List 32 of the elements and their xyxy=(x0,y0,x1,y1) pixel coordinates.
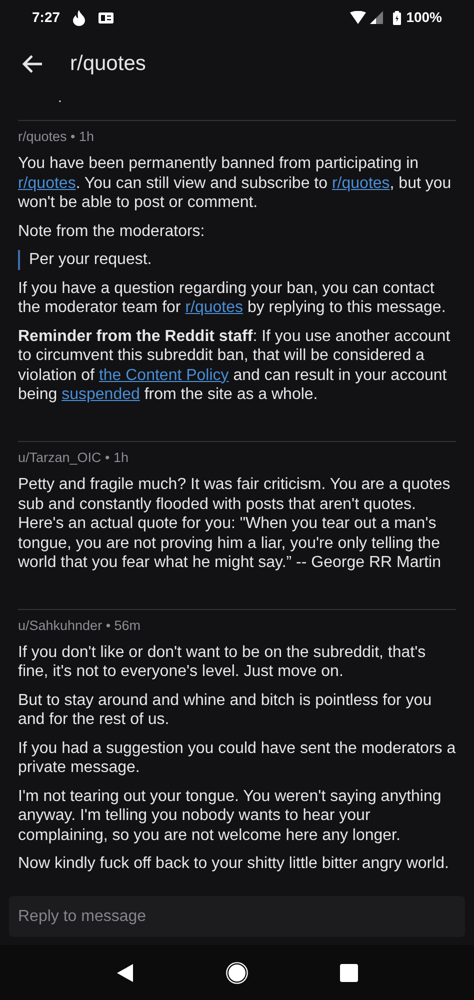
status-time: 7:27 xyxy=(32,8,60,27)
home-nav-button[interactable] xyxy=(226,962,248,984)
link[interactable]: the Content Policy xyxy=(98,366,229,384)
link[interactable]: r/quotes xyxy=(332,174,390,192)
link[interactable]: r/quotes xyxy=(185,299,243,316)
page-title: r/quotes xyxy=(70,51,146,78)
message-text: If you don't like or don't want to be on the subreddit, that's fine, it's not to everyone's level. Just move on. xyxy=(18,642,427,682)
link[interactable]: suspended xyxy=(62,386,140,404)
message-text: Petty and fragile much? It was fair criticism. You are a quotes sub and constantly flooded with posts that aren't quotes. Here's an actual quote for you: "When you tear out a man's tongue, you are not proving him a liar, you're only telling the world that you fear what he might say.” -- George RR Martin xyxy=(18,475,452,572)
message-meta: r/quotes • 1h xyxy=(18,128,96,146)
wifi-icon xyxy=(350,11,366,24)
message-text: I'm not tearing out your tongue. You weren't saying anything anyway. I'm telling you nobody wants to hear your complaining, so you are not welcome here any longer. xyxy=(18,786,442,846)
link[interactable]: r/quotes xyxy=(18,174,76,192)
battery-percent: 100% xyxy=(406,8,442,27)
quote-text: Per your request. xyxy=(18,250,456,270)
reply-field[interactable]: Reply to message xyxy=(9,896,465,937)
message-meta: u/Tarzan_OIC • 1h xyxy=(18,448,130,467)
message-text: If you have a question regarding your ban, you can contact the moderator team for r/quotes by replying to this message. xyxy=(18,278,447,318)
message-text: If you had a suggestion you could have sent the moderators a private message. xyxy=(18,738,456,778)
back-nav-button[interactable] xyxy=(116,962,134,982)
message-meta: u/Sahkuhnder • 56m xyxy=(18,616,142,634)
battery-icon xyxy=(393,10,402,24)
message-text: You have been permanently banned from participating in r/quotes. You can still view and subscribe to r/quotes, but you won't be able to post or comment. xyxy=(18,154,452,213)
recents-nav-button[interactable] xyxy=(340,964,358,982)
message-text: But to stay around and whine and bitch is pointless for you and for the rest of us. xyxy=(18,690,433,730)
message-text: Now kindly fuck off back to your shitty little bitter angry world. xyxy=(18,854,450,874)
message-text: Note from the moderators: xyxy=(18,222,206,242)
dot-text: . xyxy=(58,89,62,105)
signal-icon xyxy=(370,11,384,24)
news-icon xyxy=(98,12,114,24)
message-text: Reminder from the Reddit staff: If you use another account to circumvent this subreddit ban, that will be considered a violation of the Content Policy and can result in your account being suspended from the site as a whole. xyxy=(18,326,452,405)
flame-icon xyxy=(72,10,86,26)
